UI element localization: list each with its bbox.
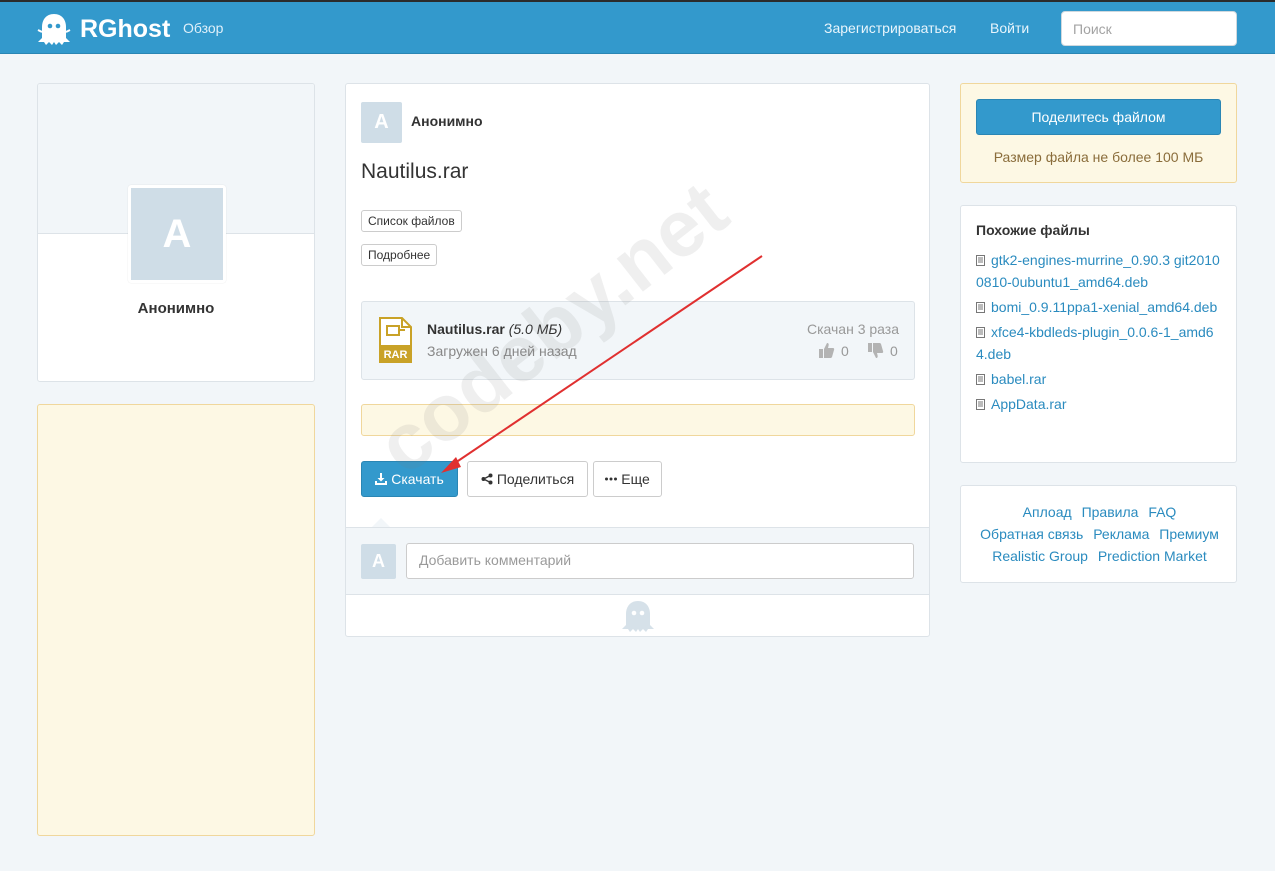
similar-file-link[interactable]: babel.rar: [991, 371, 1046, 387]
similar-files-title: Похожие файлы: [976, 222, 1090, 238]
logo[interactable]: RGhost: [36, 12, 170, 46]
similar-file-link[interactable]: xfce4-kbdleds-plugin_0.0.6-1_amd64.deb: [976, 324, 1214, 362]
upload-size-note: Размер файла не более 100 МБ: [993, 149, 1204, 165]
similar-file-link[interactable]: gtk2-engines-murrine_0.90.3 git20100810-…: [976, 252, 1220, 290]
document-icon: [976, 302, 985, 313]
download-count: Скачан 3 раза: [806, 321, 899, 337]
comment-avatar: А: [361, 544, 396, 579]
file-name-line: Nautilus.rar (5.0 МБ): [427, 321, 562, 337]
share-button[interactable]: Поделиться: [467, 461, 588, 497]
like-button[interactable]: 0: [818, 342, 849, 359]
similar-file-item[interactable]: xfce4-kbdleds-plugin_0.0.6-1_amd64.deb: [976, 321, 1224, 365]
ghost-logo-icon: [37, 14, 71, 45]
ghost-footer-icon: [622, 601, 654, 632]
download-label: Скачать: [391, 471, 444, 487]
similar-file-link[interactable]: bomi_0.9.11ppa1-xenial_amd64.deb: [991, 299, 1217, 315]
owner-name: Анонимно: [411, 113, 483, 129]
upload-date: Загружен 6 дней назад: [427, 343, 577, 359]
similar-file-item[interactable]: babel.rar: [976, 368, 1224, 390]
file-name[interactable]: Nautilus.rar: [427, 321, 505, 337]
nav-overview-link[interactable]: Обзор: [183, 20, 223, 36]
thumbs-up-icon: [819, 343, 835, 358]
dislike-count: 0: [890, 342, 898, 359]
more-button[interactable]: Еще: [593, 461, 662, 497]
footer-link-premium[interactable]: Премиум: [1159, 526, 1219, 542]
top-navbar: RGhost Обзор Зарегистрироваться Войти: [0, 0, 1275, 54]
search-input[interactable]: [1061, 11, 1237, 46]
footer-link-ads[interactable]: Реклама: [1093, 526, 1149, 542]
document-icon: [976, 327, 985, 338]
download-button[interactable]: Скачать: [361, 461, 458, 497]
left-ad-block: [37, 404, 315, 836]
similar-file-item[interactable]: bomi_0.9.11ppa1-xenial_amd64.deb: [976, 296, 1224, 318]
footer-link-realistic[interactable]: Realistic Group: [992, 548, 1088, 564]
similar-files-panel: Похожие файлы gtk2-engines-murrine_0.90.…: [960, 205, 1237, 463]
footer-links-panel: Аплоад Правила FAQ Обратная связь Реклам…: [960, 485, 1237, 583]
footer-link-faq[interactable]: FAQ: [1148, 504, 1176, 520]
file-panel: А Анонимно Nautilus.rar Список файлов По…: [345, 83, 930, 637]
profile-card: А Анонимно: [37, 83, 315, 382]
like-count: 0: [841, 342, 849, 359]
thumbs-down-icon: [868, 343, 884, 358]
file-info-box: RAR Nautilus.rar (5.0 МБ) Загружен 6 дне…: [361, 301, 915, 380]
rar-archive-icon: RAR: [379, 317, 412, 363]
document-icon: [976, 374, 985, 385]
file-title: Nautilus.rar: [361, 160, 469, 183]
nav-login-link[interactable]: Войти: [990, 20, 1029, 36]
upload-card: Поделитесь файлом Размер файла не более …: [960, 83, 1237, 183]
footer-link-upload[interactable]: Аплоад: [1023, 504, 1072, 520]
share-icon: [481, 473, 493, 485]
logo-text: RGhost: [80, 14, 171, 43]
notice-bar: [361, 404, 915, 436]
dislike-button[interactable]: 0: [867, 342, 898, 359]
document-icon: [976, 399, 985, 410]
file-size: (5.0 МБ): [508, 321, 563, 337]
profile-name: Анонимно: [137, 300, 215, 317]
ellipsis-icon: [605, 477, 618, 481]
comment-pointer: [372, 518, 390, 527]
similar-file-item[interactable]: gtk2-engines-murrine_0.90.3 git20100810-…: [976, 249, 1224, 293]
footer-link-feedback[interactable]: Обратная связь: [980, 526, 1083, 542]
share-label: Поделиться: [496, 471, 575, 487]
comment-input[interactable]: [406, 543, 914, 579]
document-icon: [976, 255, 985, 266]
file-list-button[interactable]: Список файлов: [361, 210, 462, 232]
more-label: Еще: [621, 471, 650, 487]
rar-icon-label: RAR: [384, 349, 408, 361]
similar-file-item[interactable]: AppData.rar: [976, 393, 1224, 415]
similar-files-list: gtk2-engines-murrine_0.90.3 git20100810-…: [976, 249, 1224, 418]
footer-link-rules[interactable]: Правила: [1082, 504, 1139, 520]
upload-file-button[interactable]: Поделитесь файлом: [976, 99, 1221, 135]
comment-section: А: [346, 527, 929, 595]
footer-link-prediction[interactable]: Prediction Market: [1098, 548, 1207, 564]
nav-register-link[interactable]: Зарегистрироваться: [824, 20, 956, 36]
owner-avatar[interactable]: А: [361, 102, 402, 143]
similar-file-link[interactable]: AppData.rar: [991, 396, 1066, 412]
profile-avatar[interactable]: А: [128, 185, 226, 283]
details-button[interactable]: Подробнее: [361, 244, 438, 266]
download-icon: [375, 473, 388, 485]
